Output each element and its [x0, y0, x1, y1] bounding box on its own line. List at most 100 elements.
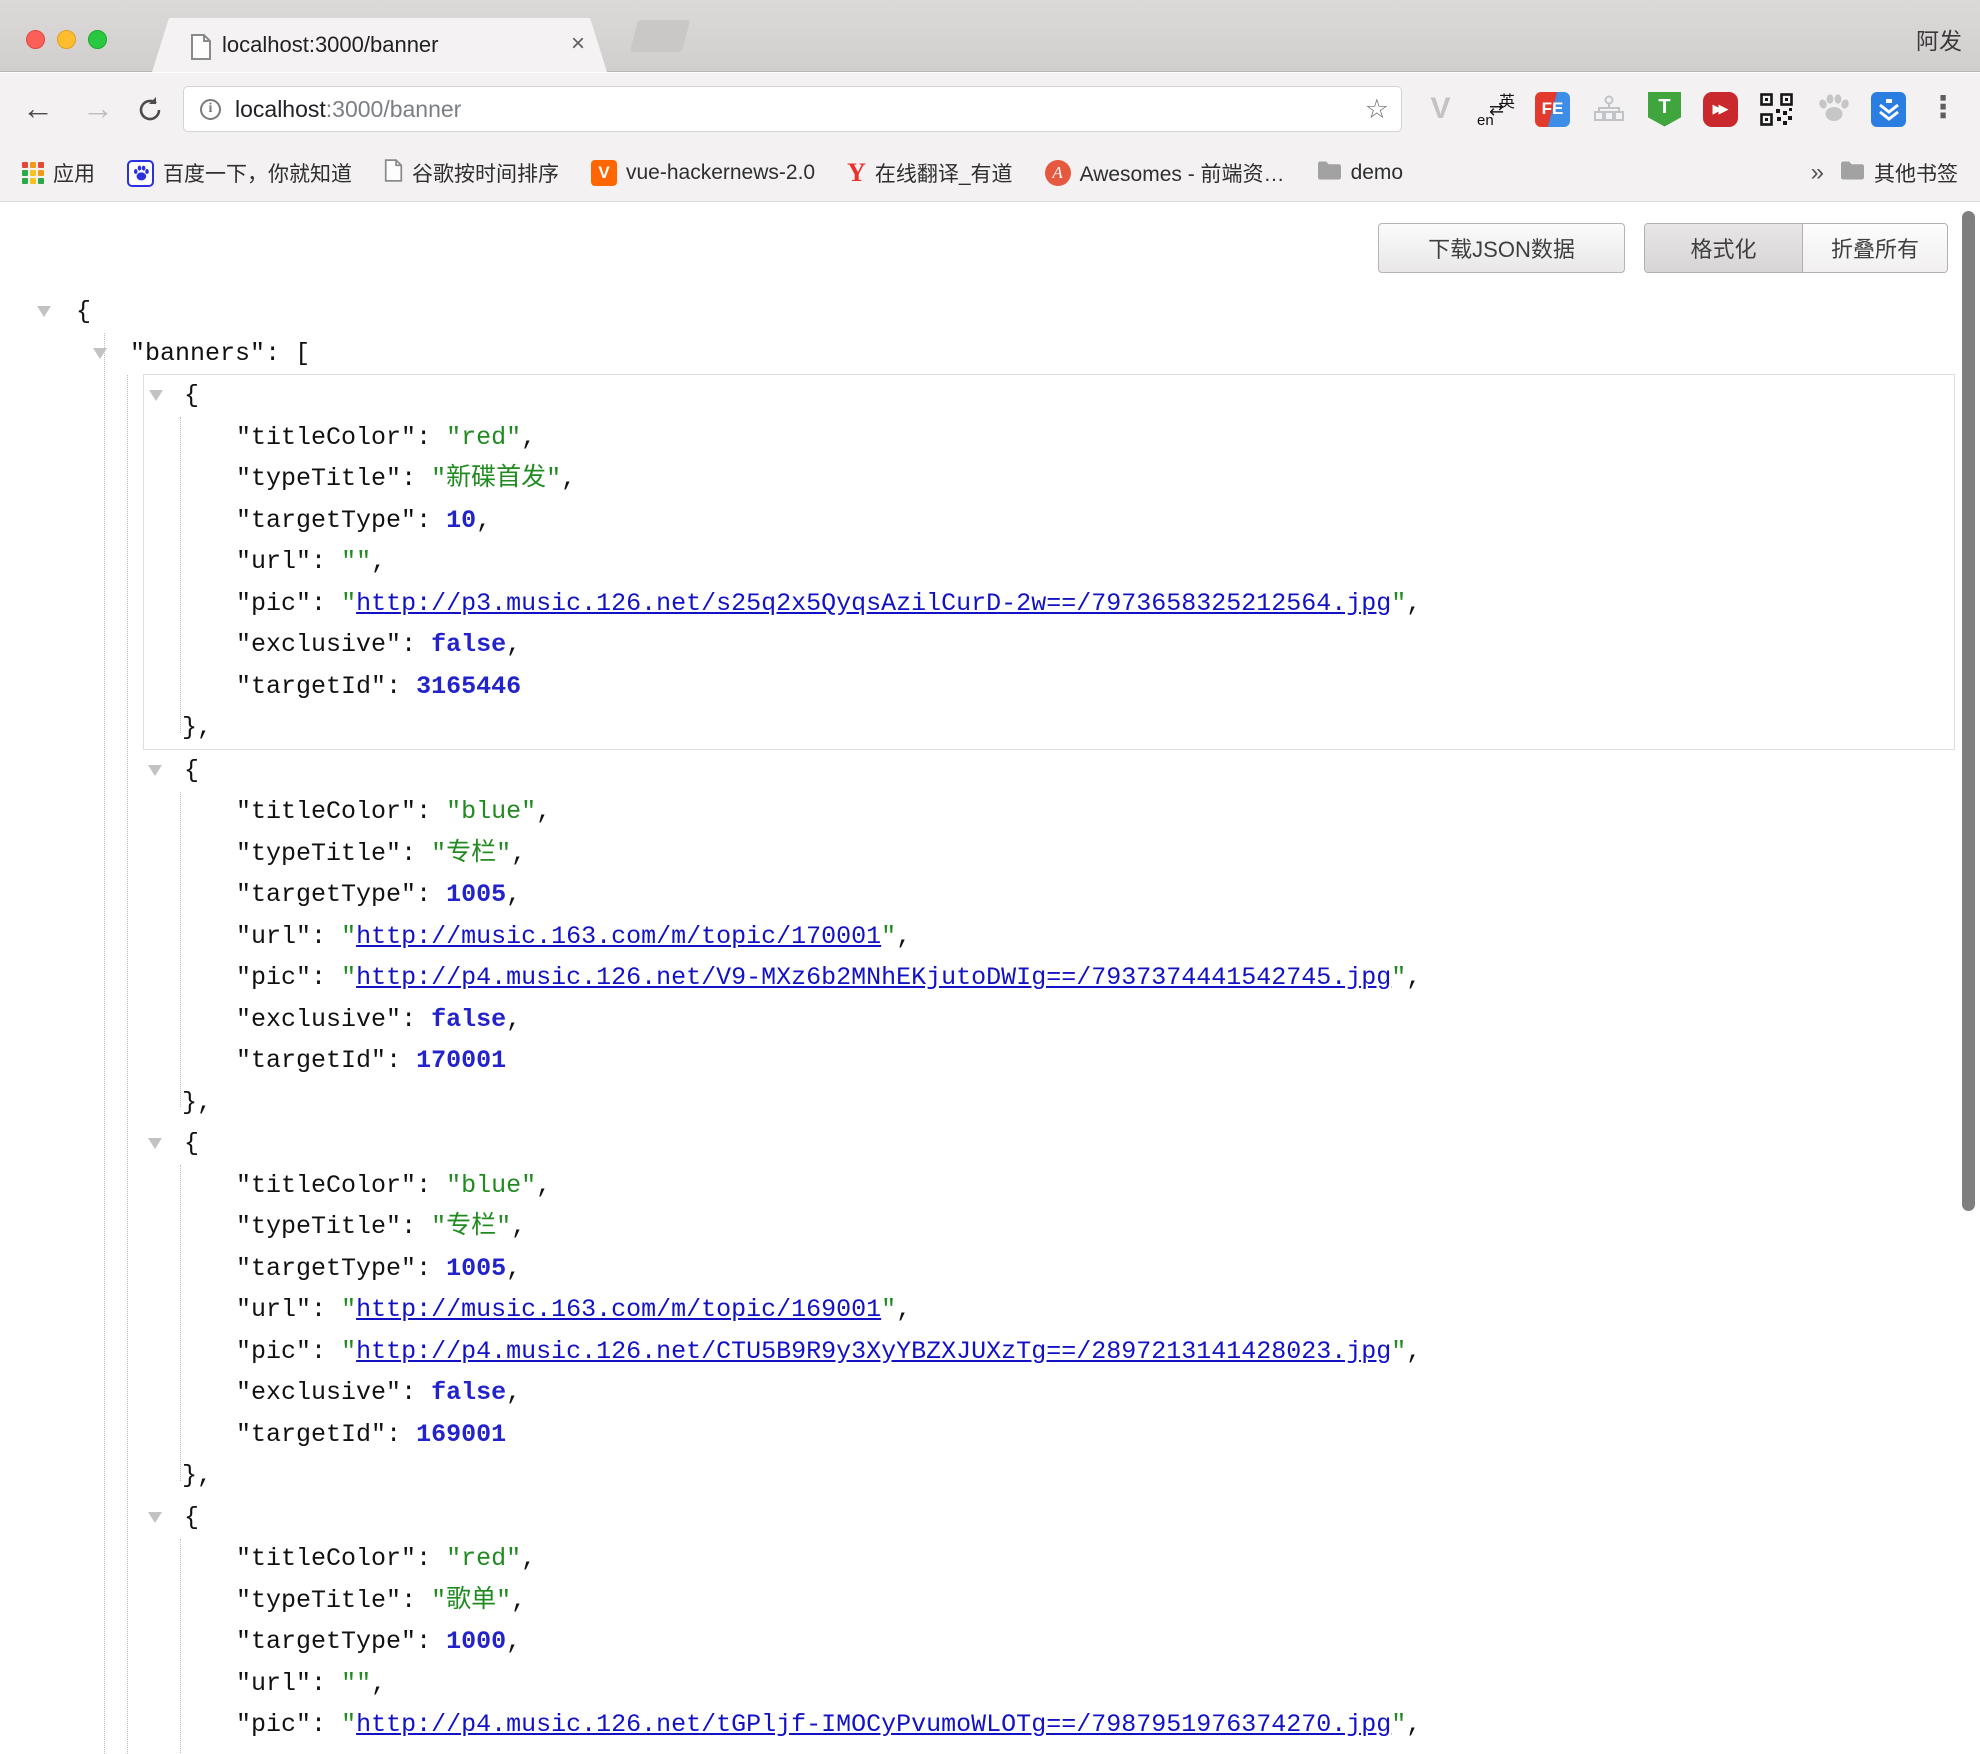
json-token: pic — [251, 589, 296, 618]
json-line: "targetType": 1005, — [0, 1248, 1980, 1290]
json-token: : — [416, 1544, 446, 1573]
collapse-caret-icon[interactable] — [149, 390, 163, 401]
json-token: , — [506, 1005, 521, 1034]
json-token: " — [401, 797, 416, 826]
tampermonkey-icon[interactable]: T — [1646, 91, 1683, 128]
vertical-scrollbar[interactable] — [1962, 211, 1975, 1211]
bookmark-youdao[interactable]: Y 在线翻译_有道 — [847, 158, 1012, 188]
apps-grid-icon — [22, 162, 44, 184]
reload-icon[interactable] — [136, 96, 164, 129]
json-line: "exclusive": false, — [0, 1746, 1980, 1754]
page-favicon-icon — [190, 34, 212, 65]
json-line: "exclusive": false, — [144, 624, 1954, 666]
collapse-caret-icon[interactable] — [93, 348, 107, 359]
other-bookmarks[interactable]: 其他书签 — [1840, 158, 1958, 188]
minimize-window-button[interactable] — [57, 30, 76, 49]
qr-code-icon[interactable] — [1758, 91, 1795, 128]
json-line: "typeTitle": "专栏", — [0, 1206, 1980, 1248]
bookmark-baidu[interactable]: 百度一下，你就知道 — [127, 158, 352, 188]
json-token: exclusive — [251, 630, 386, 659]
folder-icon — [1840, 160, 1865, 186]
json-token: " — [341, 589, 356, 618]
video-speed-icon[interactable]: ▶▶ — [1702, 91, 1739, 128]
vue-devtools-icon[interactable]: V — [1422, 91, 1459, 128]
json-url-link[interactable]: http://p4.music.126.net/CTU5B9R9y3XyYBZX… — [356, 1337, 1391, 1366]
json-token: " — [236, 1710, 251, 1739]
json-token: " — [130, 339, 145, 368]
json-token: targetId — [251, 1420, 371, 1449]
json-token: " — [401, 506, 416, 535]
bookmarks-overflow-icon[interactable]: » — [1811, 159, 1824, 187]
collapse-caret-icon[interactable] — [148, 1512, 162, 1523]
json-token: pic — [251, 1337, 296, 1366]
json-token: " — [401, 880, 416, 909]
close-window-button[interactable] — [26, 30, 45, 49]
new-tab-button[interactable] — [630, 20, 691, 52]
paw-icon[interactable] — [1814, 91, 1851, 128]
json-token: : — [416, 423, 446, 452]
forward-icon[interactable]: → — [82, 73, 114, 145]
json-token: , — [561, 464, 576, 493]
json-url-link[interactable]: http://p3.music.126.net/s25q2x5QyqsAzilC… — [356, 589, 1391, 618]
json-url-link[interactable]: http://music.163.com/m/topic/170001 — [356, 922, 881, 951]
json-url-link[interactable]: http://p4.music.126.net/tGPljf-IMOCyPvum… — [356, 1710, 1391, 1739]
bookmark-apps[interactable]: 应用 — [22, 158, 95, 188]
json-token: , — [896, 922, 911, 951]
json-token: targetType — [251, 506, 401, 535]
collapse-caret-icon[interactable] — [148, 1138, 162, 1149]
json-token: : — [401, 464, 431, 493]
address-bar[interactable]: i localhost:3000/banner ☆ — [183, 86, 1402, 132]
back-icon[interactable]: ← — [22, 73, 54, 145]
tab-title: localhost:3000/banner — [222, 18, 439, 72]
json-token: " — [401, 1171, 416, 1200]
json-token: titleColor — [251, 797, 401, 826]
json-token: " — [236, 547, 251, 576]
bookmark-demo-folder[interactable]: demo — [1317, 160, 1404, 186]
url-text[interactable]: localhost:3000/banner — [235, 96, 461, 123]
browser-menu-icon[interactable]: ⋮ — [1928, 73, 1958, 145]
bookmark-google-sort[interactable]: 谷歌按时间排序 — [384, 158, 559, 188]
sitemap-icon[interactable] — [1590, 91, 1627, 128]
download-json-button[interactable]: 下载JSON数据 — [1378, 223, 1625, 273]
json-token: "" — [341, 547, 371, 576]
format-button[interactable]: 格式化 — [1645, 224, 1803, 272]
json-token: " — [236, 797, 251, 826]
page-content: 下载JSON数据 格式化 折叠所有 {"banners": [{"titleCo… — [0, 203, 1980, 1754]
json-token: " — [1391, 963, 1406, 992]
json-line: "targetType": 1005, — [0, 874, 1980, 916]
profile-name[interactable]: 阿发 — [1916, 22, 1962, 56]
json-url-link[interactable]: http://music.163.com/m/topic/169001 — [356, 1295, 881, 1324]
fe-icon[interactable]: FE — [1534, 91, 1571, 128]
json-token: " — [236, 1171, 251, 1200]
bookmark-awesomes[interactable]: A Awesomes - 前端资… — [1045, 158, 1285, 188]
browser-tab[interactable]: localhost:3000/banner × — [152, 18, 607, 72]
collapse-caret-icon[interactable] — [37, 306, 51, 317]
json-url-link[interactable]: http://p4.music.126.net/V9-MXz6b2MNhEKju… — [356, 963, 1391, 992]
collapse-all-button[interactable]: 折叠所有 — [1803, 224, 1947, 272]
json-token: " — [341, 922, 356, 951]
site-info-icon[interactable]: i — [200, 99, 221, 120]
json-token: { — [184, 1129, 199, 1158]
json-token: pic — [251, 963, 296, 992]
json-token: , — [506, 630, 521, 659]
json-token: : — [416, 797, 446, 826]
downloader-icon[interactable] — [1870, 91, 1907, 128]
json-token: " — [236, 963, 251, 992]
bookmark-star-icon[interactable]: ☆ — [1365, 94, 1389, 125]
json-line: { — [0, 1497, 1980, 1539]
collapse-caret-icon[interactable] — [148, 765, 162, 776]
browser-window: localhost:3000/banner × 阿发 ← → i localho… — [0, 0, 1980, 1754]
json-token: " — [296, 963, 311, 992]
translate-icon[interactable]: ⇄ 英 en — [1478, 91, 1515, 128]
json-token: " — [236, 1212, 251, 1241]
zoom-window-button[interactable] — [88, 30, 107, 49]
json-line: "url": "http://music.163.com/m/topic/169… — [0, 1289, 1980, 1331]
json-token: " — [236, 672, 251, 701]
banner-object: {"titleColor": "red","typeTitle": "歌单","… — [0, 1497, 1980, 1754]
bookmark-vue-hackernews[interactable]: V vue-hackernews-2.0 — [591, 160, 815, 186]
bookmarks-bar: 应用 百度一下，你就知道 谷歌按时间排序 V vue-hackernews-2.… — [0, 145, 1980, 202]
tab-close-icon[interactable]: × — [571, 18, 585, 72]
json-token: targetType — [251, 1627, 401, 1656]
json-token: " — [236, 1337, 251, 1366]
json-line: }, — [0, 1082, 1980, 1124]
